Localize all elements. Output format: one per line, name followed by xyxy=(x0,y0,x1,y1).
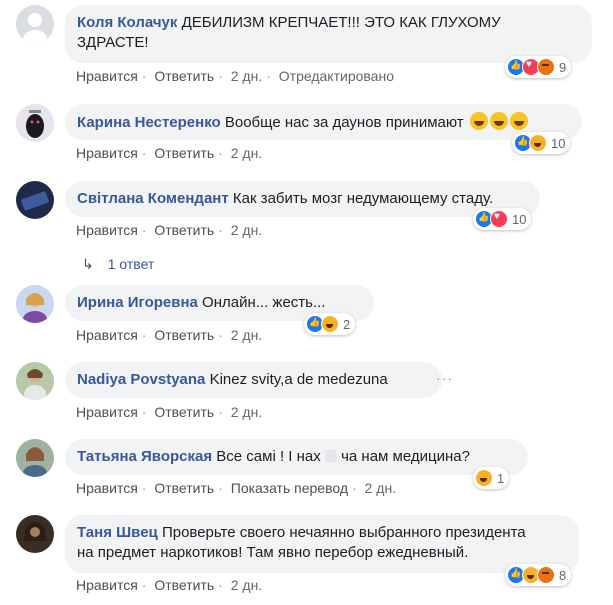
comment-author[interactable]: Татьяна Яворская xyxy=(77,448,212,465)
comment-actions: Нравится · Ответить · 2 дн. xyxy=(76,577,263,593)
avatar[interactable] xyxy=(16,5,54,43)
comment-text-cont: ча нам медицина? xyxy=(341,448,470,465)
grinning-emoji-icon xyxy=(469,112,488,130)
reaction-summary[interactable]: 10 xyxy=(512,132,571,154)
reaction-count: 9 xyxy=(559,59,567,75)
timestamp[interactable]: 2 дн. xyxy=(231,68,262,84)
comment-text: Как забить мозг недумающему стаду. xyxy=(232,190,494,207)
avatar[interactable] xyxy=(16,515,54,553)
like-button[interactable]: Нравится xyxy=(76,577,138,593)
comment-bubble: Карина Нестеренко Вообще нас за даунов п… xyxy=(65,104,582,140)
comment-bubble: Таня Швец Проверьте своего нечаянно выбр… xyxy=(65,515,579,573)
avatar[interactable] xyxy=(16,181,54,219)
haha-reaction-icon xyxy=(321,315,339,333)
comment-text: Проверьте своего нечаянно выбранного пре… xyxy=(161,524,526,541)
comment-text-cont: на предмет наркотиков! Там явно перебор … xyxy=(77,544,469,561)
timestamp[interactable]: 2 дн. xyxy=(231,145,262,161)
grinning-emoji-icon xyxy=(489,112,508,130)
comment-bubble: Nadiya Povstyana Kinez svity,a de medezu… xyxy=(65,362,442,398)
angry-reaction-icon xyxy=(537,58,555,76)
comment-author[interactable]: Таня Швец xyxy=(77,524,158,541)
timestamp[interactable]: 2 дн. xyxy=(231,327,262,343)
reply-arrow-icon: ↳ xyxy=(82,256,94,272)
reply-button[interactable]: Ответить xyxy=(154,404,214,420)
timestamp[interactable]: 2 дн. xyxy=(365,480,396,496)
reaction-summary[interactable]: 8 xyxy=(505,564,572,586)
haha-reaction-icon xyxy=(475,469,493,487)
reply-button[interactable]: Ответить xyxy=(154,577,214,593)
comment-actions: Нравится · Ответить · 2 дн. · Отредактирова… xyxy=(76,68,394,84)
comment-text-cont: ЗДРАСТЕ! xyxy=(77,34,149,51)
timestamp[interactable]: 2 дн. xyxy=(231,577,262,593)
like-button[interactable]: Нравится xyxy=(76,327,138,343)
avatar[interactable] xyxy=(16,362,54,400)
censored-mark xyxy=(324,450,337,462)
comment-actions: Нравится · Ответить · 2 дн. xyxy=(76,145,263,161)
like-button[interactable]: Нравится xyxy=(76,404,138,420)
comment-actions: Нравится · Ответить · 2 дн. xyxy=(76,404,263,420)
comment-text: Онлайн... жесть... xyxy=(202,294,326,311)
avatar[interactable] xyxy=(16,439,54,477)
comment-bubble: Коля Колачук ДЕБИЛИЗМ КРЕПЧАЕТ!!! ЭТО КА… xyxy=(65,5,592,63)
reaction-summary[interactable]: 1 xyxy=(473,467,510,489)
comment-text: ДЕБИЛИЗМ КРЕПЧАЕТ!!! ЭТО КАК ГЛУХОМУ xyxy=(181,14,501,31)
more-options-icon[interactable]: ··· xyxy=(436,370,453,386)
reaction-count: 10 xyxy=(512,211,527,227)
like-button[interactable]: Нравится xyxy=(76,222,138,238)
reaction-summary[interactable]: 9 xyxy=(505,56,572,78)
comment-author[interactable]: Ирина Игоревна xyxy=(77,294,198,311)
reply-button[interactable]: Ответить xyxy=(154,327,214,343)
angry-reaction-icon xyxy=(537,566,555,584)
comment-author[interactable]: Nadiya Povstyana xyxy=(77,371,205,388)
reaction-summary[interactable]: 10 xyxy=(473,208,532,230)
reaction-count: 10 xyxy=(551,135,566,151)
reply-button[interactable]: Ответить xyxy=(154,145,214,161)
reaction-summary[interactable]: 2 xyxy=(304,313,356,335)
avatar[interactable] xyxy=(16,104,54,142)
like-button[interactable]: Нравится xyxy=(76,145,138,161)
like-button[interactable]: Нравится xyxy=(76,480,138,496)
edited-label[interactable]: Отредактировано xyxy=(279,68,394,84)
comment-bubble: Світлана Комендант Как забить мозг недум… xyxy=(65,181,540,217)
comment-author[interactable]: Карина Нестеренко xyxy=(77,114,221,131)
reaction-count: 1 xyxy=(497,470,505,486)
view-replies-link[interactable]: ↳ 1 ответ xyxy=(82,256,154,273)
timestamp[interactable]: 2 дн. xyxy=(231,222,262,238)
like-button[interactable]: Нравится xyxy=(76,68,138,84)
reply-button[interactable]: Ответить xyxy=(154,480,214,496)
avatar[interactable] xyxy=(16,285,54,323)
grinning-emoji-icon xyxy=(509,112,528,130)
replies-count[interactable]: 1 ответ xyxy=(108,256,155,272)
comment-text: Вообще нас за даунов принимают xyxy=(224,114,464,131)
reply-button[interactable]: Ответить xyxy=(154,222,214,238)
timestamp[interactable]: 2 дн. xyxy=(231,404,262,420)
comment-bubble: Татьяна Яворская Все самі ! І нах ча нам… xyxy=(65,439,528,475)
comment-actions: Нравится · Ответить · Показать перевод · 2 … xyxy=(76,480,397,496)
reaction-count: 8 xyxy=(559,567,567,583)
love-reaction-icon xyxy=(490,210,508,228)
comment-actions: Нравится · Ответить · 2 дн. xyxy=(76,327,263,343)
haha-reaction-icon xyxy=(529,134,547,152)
reaction-count: 2 xyxy=(343,316,351,332)
comment-text: Все самі ! І нах xyxy=(216,448,321,465)
show-translation-button[interactable]: Показать перевод xyxy=(231,480,348,496)
comment-author[interactable]: Світлана Комендант xyxy=(77,190,229,207)
comment-text: Kinez svity,a de medezuna xyxy=(209,371,388,388)
comment-author[interactable]: Коля Колачук xyxy=(77,14,177,31)
comment-actions: Нравится · Ответить · 2 дн. xyxy=(76,222,263,238)
reply-button[interactable]: Ответить xyxy=(154,68,214,84)
